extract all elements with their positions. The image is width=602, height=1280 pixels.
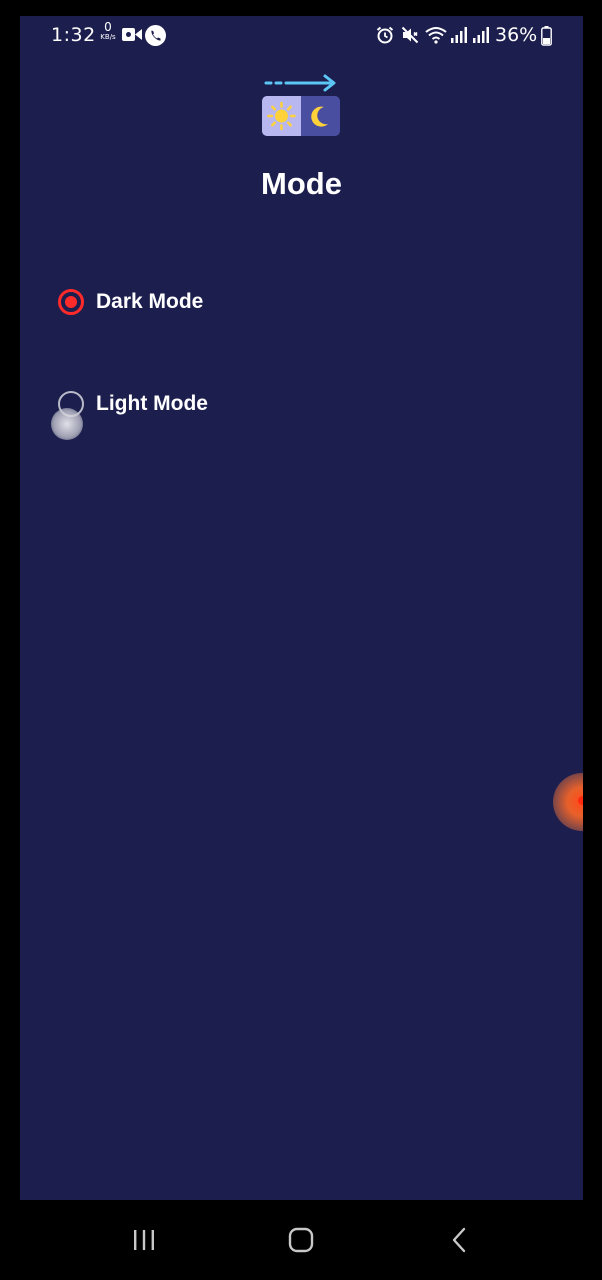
app-screen: 1:32 0 KB/s 36% Mode Dark Mode Light Mod… xyxy=(20,16,583,1200)
recent-apps-icon xyxy=(134,1230,154,1250)
signal-icon xyxy=(473,27,489,43)
dark-mode-radio[interactable] xyxy=(58,289,84,315)
network-speed-unit: KB/s xyxy=(100,33,116,41)
battery-percent: 36% xyxy=(495,24,538,46)
back-icon xyxy=(452,1227,466,1253)
navigation-bar xyxy=(0,1200,602,1280)
home-button[interactable] xyxy=(281,1220,321,1260)
video-call-icon xyxy=(122,28,142,41)
mute-icon xyxy=(401,26,419,44)
signal-icon xyxy=(451,27,467,43)
network-speed-value: 0 xyxy=(104,20,112,34)
dark-mode-option[interactable]: Dark Mode xyxy=(58,284,203,320)
recent-apps-button[interactable] xyxy=(124,1220,164,1260)
floating-bubble-button[interactable] xyxy=(553,773,583,831)
status-bar: 1:32 0 KB/s 36% xyxy=(20,16,583,56)
back-button[interactable] xyxy=(440,1220,480,1260)
light-mode-label: Light Mode xyxy=(96,392,208,415)
dark-mode-label: Dark Mode xyxy=(96,290,204,313)
network-speed: 0 KB/s xyxy=(96,21,120,41)
phone-call-icon xyxy=(145,25,166,46)
home-icon xyxy=(288,1227,314,1253)
wifi-icon xyxy=(425,27,447,44)
page-title: Mode xyxy=(261,166,342,201)
battery-icon xyxy=(541,26,552,46)
alarm-icon xyxy=(376,26,394,44)
status-time: 1:32 xyxy=(51,24,96,46)
touch-indicator xyxy=(51,408,83,440)
day-night-switch-icon xyxy=(262,74,340,136)
